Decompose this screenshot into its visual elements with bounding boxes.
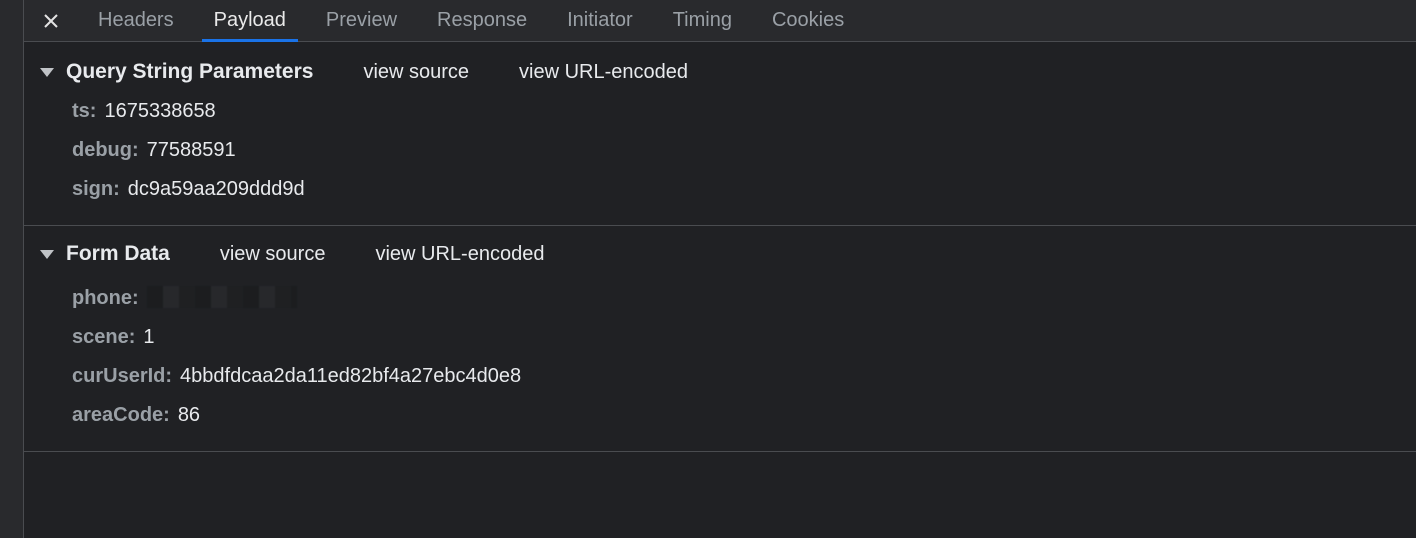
kv-value: 1675338658	[104, 100, 215, 123]
kv-value-redacted	[147, 282, 297, 310]
section-form-data: Form Data view source view URL-encoded p…	[24, 238, 1416, 452]
kv-row: ts: 1675338658	[72, 92, 1416, 131]
view-source-link[interactable]: view source	[220, 243, 326, 266]
kv-row: areaCode: 86	[72, 396, 1416, 435]
view-source-link[interactable]: view source	[363, 61, 469, 84]
section-title: Query String Parameters	[66, 60, 313, 84]
kv-list: ts: 1675338658 debug: 77588591 sign: dc9…	[24, 92, 1416, 209]
kv-key: curUserId:	[72, 365, 172, 388]
kv-key: areaCode:	[72, 404, 170, 427]
payload-content: Query String Parameters view source view…	[24, 42, 1416, 538]
kv-value: 86	[178, 404, 200, 427]
tab-timing[interactable]: Timing	[653, 0, 752, 42]
kv-key: phone:	[72, 287, 139, 310]
tab-cookies[interactable]: Cookies	[752, 0, 864, 42]
section-header: Query String Parameters view source view…	[24, 56, 1416, 92]
kv-row: scene: 1	[72, 318, 1416, 357]
tab-headers[interactable]: Headers	[78, 0, 194, 42]
kv-key: ts:	[72, 100, 96, 123]
section-query-string-parameters: Query String Parameters view source view…	[24, 56, 1416, 226]
kv-key: sign:	[72, 178, 120, 201]
view-url-encoded-link[interactable]: view URL-encoded	[375, 243, 544, 266]
section-header: Form Data view source view URL-encoded	[24, 238, 1416, 274]
kv-list: phone: scene: 1 curUserId: 4bbdfdcaa2da1…	[24, 274, 1416, 435]
tab-payload[interactable]: Payload	[194, 0, 306, 42]
close-button[interactable]	[24, 0, 78, 42]
kv-key: debug:	[72, 139, 139, 162]
section-title: Form Data	[66, 242, 170, 266]
close-icon	[43, 13, 59, 29]
kv-value: dc9a59aa209ddd9d	[128, 178, 305, 201]
kv-value: 4bbdfdcaa2da11ed82bf4a27ebc4d0e8	[180, 365, 521, 388]
view-url-encoded-link[interactable]: view URL-encoded	[519, 61, 688, 84]
main-panel: Headers Payload Preview Response Initiat…	[24, 0, 1416, 538]
kv-row: sign: dc9a59aa209ddd9d	[72, 170, 1416, 209]
kv-row: debug: 77588591	[72, 131, 1416, 170]
kv-value: 77588591	[147, 139, 236, 162]
tab-initiator[interactable]: Initiator	[547, 0, 653, 42]
chevron-down-icon[interactable]	[40, 250, 54, 259]
tab-bar: Headers Payload Preview Response Initiat…	[24, 0, 1416, 42]
kv-row: phone:	[72, 274, 1416, 318]
kv-key: scene:	[72, 326, 135, 349]
chevron-down-icon[interactable]	[40, 68, 54, 77]
tab-response[interactable]: Response	[417, 0, 547, 42]
kv-row: curUserId: 4bbdfdcaa2da11ed82bf4a27ebc4d…	[72, 357, 1416, 396]
kv-value: 1	[143, 326, 154, 349]
left-gutter	[0, 0, 24, 538]
redacted-block	[147, 286, 297, 308]
tab-preview[interactable]: Preview	[306, 0, 417, 42]
